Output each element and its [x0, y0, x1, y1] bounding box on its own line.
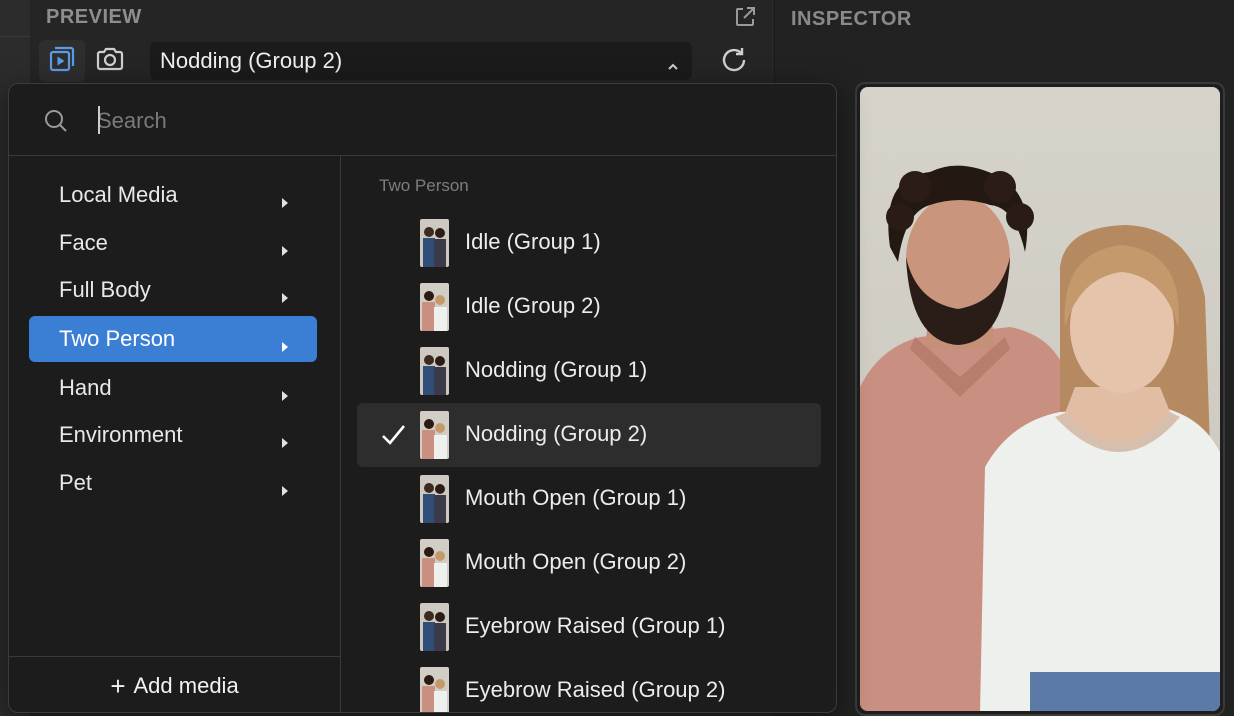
- category-local-media[interactable]: Local Media: [29, 172, 317, 218]
- two-person-submenu: Two Person Idle (Group 1) Idle (Group 2)…: [341, 156, 836, 712]
- media-select-dropdown[interactable]: Nodding (Group 2): [150, 42, 692, 80]
- submenu-item[interactable]: Idle (Group 2): [357, 275, 821, 339]
- submenu-item[interactable]: Nodding (Group 2): [357, 403, 821, 467]
- submenu-item[interactable]: Idle (Group 1): [357, 211, 821, 275]
- category-label: Full Body: [59, 277, 151, 302]
- submenu-header: Two Person: [379, 176, 469, 195]
- category-label: Pet: [59, 470, 93, 495]
- camera-icon: [94, 45, 126, 78]
- category-label: Environment: [59, 422, 183, 447]
- camera-button[interactable]: [87, 40, 133, 82]
- triangle-right-icon: [281, 284, 289, 303]
- category-label: Hand: [59, 375, 112, 400]
- text-caret: [98, 106, 100, 134]
- media-thumbnail: [420, 283, 449, 331]
- play-in-stack-icon: [47, 44, 77, 79]
- inspector-title: INSPECTOR: [791, 8, 912, 30]
- category-face[interactable]: Face: [29, 220, 317, 266]
- add-media-button[interactable]: + Add media: [9, 656, 340, 712]
- plus-icon: +: [110, 670, 126, 701]
- chevron-up-icon: [666, 54, 680, 70]
- two-person-preview-image: [860, 87, 1220, 711]
- media-thumbnail: [420, 347, 449, 395]
- media-thumbnail: [420, 603, 449, 651]
- category-pet[interactable]: Pet: [29, 460, 317, 506]
- triangle-right-icon: [281, 237, 289, 256]
- triangle-right-icon: [281, 333, 289, 352]
- refresh-button[interactable]: [714, 44, 754, 80]
- refresh-icon: [718, 44, 750, 81]
- submenu-item-label: Eyebrow Raised (Group 2): [465, 677, 726, 702]
- external-link-icon[interactable]: [733, 5, 757, 29]
- category-list: Local Media Face Full Body Two Person Ha…: [9, 156, 340, 656]
- category-label: Local Media: [59, 182, 178, 207]
- submenu-item[interactable]: Mouth Open (Group 1): [357, 467, 821, 531]
- submenu-item[interactable]: Mouth Open (Group 2): [357, 531, 821, 595]
- category-two-person[interactable]: Two Person: [29, 316, 317, 362]
- triangle-right-icon: [281, 477, 289, 496]
- search-row: [9, 84, 836, 156]
- media-select-value: Nodding (Group 2): [160, 48, 343, 73]
- triangle-right-icon: [281, 189, 289, 208]
- submenu-item-label: Mouth Open (Group 2): [465, 549, 687, 574]
- submenu-item-label: Idle (Group 2): [465, 293, 601, 318]
- submenu-item[interactable]: Eyebrow Raised (Group 1): [357, 595, 821, 659]
- media-thumbnail: [420, 411, 449, 459]
- media-thumbnail: [420, 539, 449, 587]
- submenu-item-label: Nodding (Group 2): [465, 421, 648, 446]
- category-label: Face: [59, 230, 108, 255]
- add-media-label: Add media: [133, 672, 239, 698]
- triangle-right-icon: [281, 382, 289, 401]
- submenu-item-label: Eyebrow Raised (Group 1): [465, 613, 726, 638]
- search-input[interactable]: [97, 104, 797, 138]
- submenu-item[interactable]: Nodding (Group 1): [357, 339, 821, 403]
- app-window: PREVIEW Nodding (Group 2) INSPECTOR Sear…: [0, 0, 1234, 716]
- search-icon: [43, 108, 69, 134]
- submenu-item-label: Idle (Group 1): [465, 229, 601, 254]
- preview-image-frame: [855, 82, 1225, 716]
- media-thumbnail: [420, 475, 449, 523]
- category-label: Two Person: [59, 326, 176, 351]
- submenu-item-label: Mouth Open (Group 1): [465, 485, 687, 510]
- triangle-right-icon: [281, 429, 289, 448]
- checkmark-icon: [379, 421, 407, 449]
- media-thumbnail: [420, 667, 449, 712]
- category-hand[interactable]: Hand: [29, 365, 317, 411]
- preview-title: PREVIEW: [46, 6, 142, 28]
- submenu-item[interactable]: Eyebrow Raised (Group 2): [357, 659, 821, 712]
- category-environment[interactable]: Environment: [29, 412, 317, 458]
- inspector-panel: INSPECTOR: [774, 0, 1234, 716]
- preview-mode-button[interactable]: [39, 40, 85, 82]
- media-thumbnail: [420, 219, 449, 267]
- media-menu-popover: Local Media Face Full Body Two Person Ha…: [8, 83, 837, 713]
- category-full-body[interactable]: Full Body: [29, 267, 317, 313]
- submenu-item-label: Nodding (Group 1): [465, 357, 648, 382]
